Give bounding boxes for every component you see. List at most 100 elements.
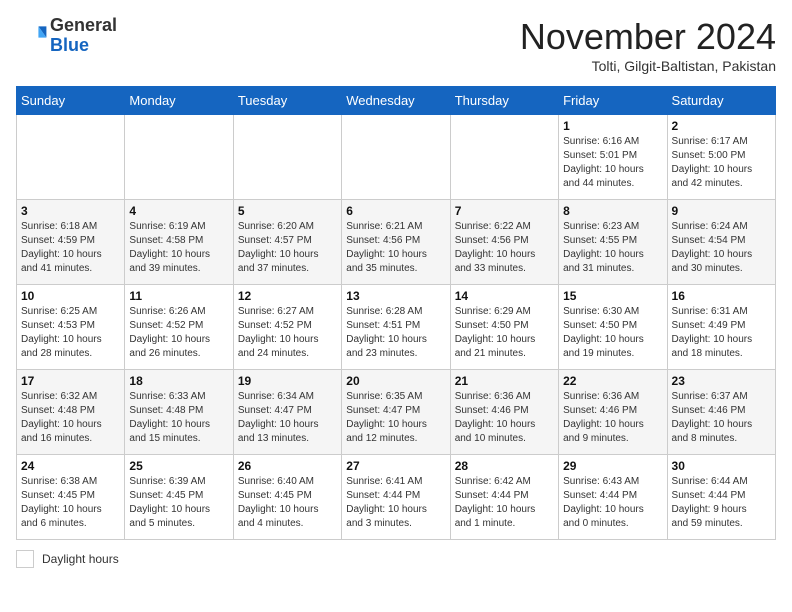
day-info: Sunrise: 6:29 AM Sunset: 4:50 PM Dayligh… — [455, 305, 554, 361]
calendar-cell: 26 Sunrise: 6:40 AM Sunset: 4:45 PM Dayli… — [233, 455, 341, 540]
calendar-cell: 9 Sunrise: 6:24 AM Sunset: 4:54 PM Daylig… — [667, 200, 775, 285]
day-info: Sunrise: 6:23 AM Sunset: 4:55 PM Dayligh… — [563, 220, 662, 276]
month-title: November 2024 — [520, 16, 776, 58]
day-number: 12 — [238, 289, 337, 303]
calendar-cell: 25Sunrise: 6:39 AM Sunset: 4:45 PM Dayli… — [125, 455, 233, 540]
calendar-cell: 3 Sunrise: 6:18 AM Sunset: 4:59 PM Daylig… — [17, 200, 125, 285]
day-info: Sunrise: 6:44 AM Sunset: 4:44 PM Dayligh… — [672, 475, 771, 531]
day-info: Sunrise: 6:27 AM Sunset: 4:52 PM Dayligh… — [238, 305, 337, 361]
day-info: Sunrise: 6:41 AM Sunset: 4:44 PM Dayligh… — [346, 475, 445, 531]
logo-general: General — [50, 15, 117, 35]
day-info: Sunrise: 6:34 AM Sunset: 4:47 PM Dayligh… — [238, 390, 337, 446]
day-info: Sunrise: 6:38 AM Sunset: 4:45 PM Dayligh… — [21, 475, 120, 531]
day-number: 3 — [21, 204, 120, 218]
day-number: 26 — [238, 459, 337, 473]
calendar-header-row: SundayMondayTuesdayWednesdayThursdayFrid… — [17, 87, 776, 115]
day-number: 24 — [21, 459, 120, 473]
calendar-cell: 17 Sunrise: 6:32 AM Sunset: 4:48 PM Dayli… — [17, 370, 125, 455]
day-number: 21 — [455, 374, 554, 388]
footer: Daylight hours — [16, 550, 776, 568]
day-number: 16 — [672, 289, 771, 303]
day-number: 22 — [563, 374, 662, 388]
day-info: Sunrise: 6:36 AM Sunset: 4:46 PM Dayligh… — [563, 390, 662, 446]
calendar-week-row: 17 Sunrise: 6:32 AM Sunset: 4:48 PM Dayli… — [17, 370, 776, 455]
calendar-cell: 5Sunrise: 6:20 AM Sunset: 4:57 PM Daylig… — [233, 200, 341, 285]
day-info: Sunrise: 6:36 AM Sunset: 4:46 PM Dayligh… — [455, 390, 554, 446]
calendar-day-header: Friday — [559, 87, 667, 115]
calendar-day-header: Thursday — [450, 87, 558, 115]
calendar-day-header: Wednesday — [342, 87, 450, 115]
day-number: 14 — [455, 289, 554, 303]
daylight-legend-label: Daylight hours — [42, 552, 119, 566]
calendar-cell: 30 Sunrise: 6:44 AM Sunset: 4:44 PM Dayli… — [667, 455, 775, 540]
calendar-week-row: 10Sunrise: 6:25 AM Sunset: 4:53 PM Dayli… — [17, 285, 776, 370]
calendar-table: SundayMondayTuesdayWednesdayThursdayFrid… — [16, 86, 776, 540]
day-number: 1 — [563, 119, 662, 133]
location: Tolti, Gilgit-Baltistan, Pakistan — [520, 58, 776, 74]
day-number: 17 — [21, 374, 120, 388]
day-info: Sunrise: 6:42 AM Sunset: 4:44 PM Dayligh… — [455, 475, 554, 531]
calendar-cell: 10Sunrise: 6:25 AM Sunset: 4:53 PM Dayli… — [17, 285, 125, 370]
day-number: 13 — [346, 289, 445, 303]
calendar-cell: 20Sunrise: 6:35 AM Sunset: 4:47 PM Dayli… — [342, 370, 450, 455]
day-number: 27 — [346, 459, 445, 473]
day-info: Sunrise: 6:21 AM Sunset: 4:56 PM Dayligh… — [346, 220, 445, 276]
calendar-cell: 15 Sunrise: 6:30 AM Sunset: 4:50 PM Dayli… — [559, 285, 667, 370]
day-number: 25 — [129, 459, 228, 473]
calendar-cell — [450, 115, 558, 200]
day-number: 9 — [672, 204, 771, 218]
day-info: Sunrise: 6:32 AM Sunset: 4:48 PM Dayligh… — [21, 390, 120, 446]
day-info: Sunrise: 6:28 AM Sunset: 4:51 PM Dayligh… — [346, 305, 445, 361]
calendar-cell: 29 Sunrise: 6:43 AM Sunset: 4:44 PM Dayli… — [559, 455, 667, 540]
calendar-day-header: Sunday — [17, 87, 125, 115]
day-info: Sunrise: 6:37 AM Sunset: 4:46 PM Dayligh… — [672, 390, 771, 446]
calendar-cell: 8 Sunrise: 6:23 AM Sunset: 4:55 PM Daylig… — [559, 200, 667, 285]
calendar-cell: 22 Sunrise: 6:36 AM Sunset: 4:46 PM Dayli… — [559, 370, 667, 455]
day-number: 30 — [672, 459, 771, 473]
day-info: Sunrise: 6:43 AM Sunset: 4:44 PM Dayligh… — [563, 475, 662, 531]
day-info: Sunrise: 6:31 AM Sunset: 4:49 PM Dayligh… — [672, 305, 771, 361]
calendar-cell: 24 Sunrise: 6:38 AM Sunset: 4:45 PM Dayli… — [17, 455, 125, 540]
calendar-cell — [342, 115, 450, 200]
calendar-week-row: 3 Sunrise: 6:18 AM Sunset: 4:59 PM Daylig… — [17, 200, 776, 285]
day-info: Sunrise: 6:26 AM Sunset: 4:52 PM Dayligh… — [129, 305, 228, 361]
day-number: 28 — [455, 459, 554, 473]
day-info: Sunrise: 6:24 AM Sunset: 4:54 PM Dayligh… — [672, 220, 771, 276]
daylight-legend-box — [16, 550, 34, 568]
calendar-cell: 4 Sunrise: 6:19 AM Sunset: 4:58 PM Daylig… — [125, 200, 233, 285]
day-info: Sunrise: 6:35 AM Sunset: 4:47 PM Dayligh… — [346, 390, 445, 446]
calendar-cell: 12 Sunrise: 6:27 AM Sunset: 4:52 PM Dayli… — [233, 285, 341, 370]
day-number: 29 — [563, 459, 662, 473]
calendar-cell: 2Sunrise: 6:17 AM Sunset: 5:00 PM Daylig… — [667, 115, 775, 200]
calendar-cell: 27 Sunrise: 6:41 AM Sunset: 4:44 PM Dayli… — [342, 455, 450, 540]
calendar-cell: 16 Sunrise: 6:31 AM Sunset: 4:49 PM Dayli… — [667, 285, 775, 370]
day-info: Sunrise: 6:40 AM Sunset: 4:45 PM Dayligh… — [238, 475, 337, 531]
day-number: 19 — [238, 374, 337, 388]
day-number: 15 — [563, 289, 662, 303]
day-info: Sunrise: 6:19 AM Sunset: 4:58 PM Dayligh… — [129, 220, 228, 276]
calendar-cell — [17, 115, 125, 200]
day-number: 5 — [238, 204, 337, 218]
calendar-cell: 23Sunrise: 6:37 AM Sunset: 4:46 PM Dayli… — [667, 370, 775, 455]
calendar-cell: 13 Sunrise: 6:28 AM Sunset: 4:51 PM Dayli… — [342, 285, 450, 370]
calendar-day-header: Saturday — [667, 87, 775, 115]
calendar-cell — [233, 115, 341, 200]
calendar-cell: 28 Sunrise: 6:42 AM Sunset: 4:44 PM Dayli… — [450, 455, 558, 540]
day-number: 4 — [129, 204, 228, 218]
calendar-cell: 1Sunrise: 6:16 AM Sunset: 5:01 PM Daylig… — [559, 115, 667, 200]
calendar-cell: 21 Sunrise: 6:36 AM Sunset: 4:46 PM Dayli… — [450, 370, 558, 455]
day-number: 10 — [21, 289, 120, 303]
day-number: 8 — [563, 204, 662, 218]
calendar-cell: 11Sunrise: 6:26 AM Sunset: 4:52 PM Dayli… — [125, 285, 233, 370]
calendar-cell: 6 Sunrise: 6:21 AM Sunset: 4:56 PM Daylig… — [342, 200, 450, 285]
day-number: 6 — [346, 204, 445, 218]
logo-blue: Blue — [50, 35, 89, 55]
logo: General Blue — [16, 16, 117, 56]
calendar-cell: 7Sunrise: 6:22 AM Sunset: 4:56 PM Daylig… — [450, 200, 558, 285]
logo-text: General Blue — [50, 16, 117, 56]
day-info: Sunrise: 6:30 AM Sunset: 4:50 PM Dayligh… — [563, 305, 662, 361]
calendar-week-row: 1Sunrise: 6:16 AM Sunset: 5:01 PM Daylig… — [17, 115, 776, 200]
calendar-cell: 19 Sunrise: 6:34 AM Sunset: 4:47 PM Dayli… — [233, 370, 341, 455]
day-info: Sunrise: 6:18 AM Sunset: 4:59 PM Dayligh… — [21, 220, 120, 276]
calendar-week-row: 24 Sunrise: 6:38 AM Sunset: 4:45 PM Dayli… — [17, 455, 776, 540]
